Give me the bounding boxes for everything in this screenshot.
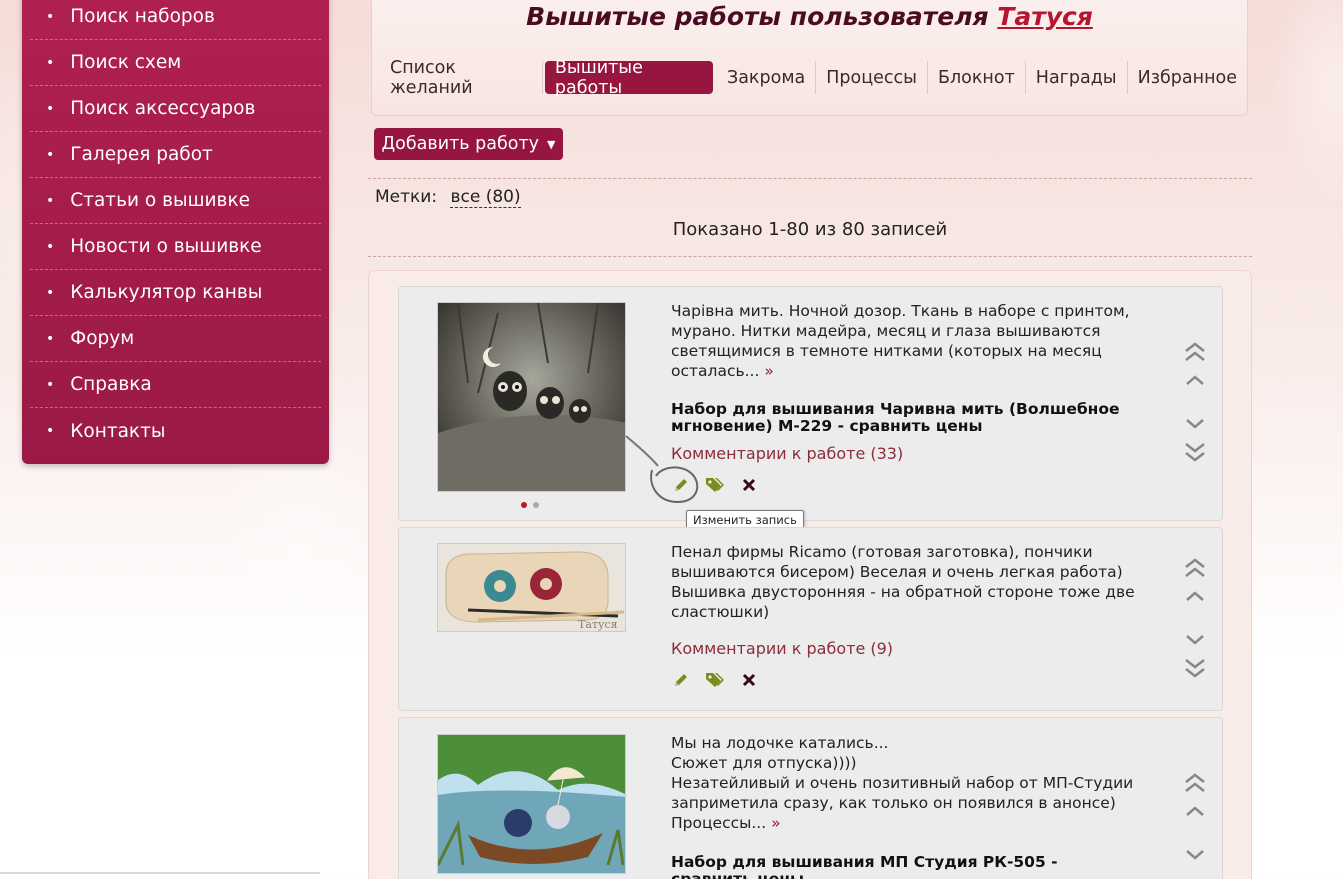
sidebar-item-accessory-search[interactable]: • Поиск аксессуаров xyxy=(30,86,321,132)
move-top-icon[interactable] xyxy=(1183,341,1207,363)
move-up-icon[interactable] xyxy=(1183,585,1207,607)
move-bottom-icon[interactable] xyxy=(1183,441,1207,463)
tab-stash[interactable]: Закрома xyxy=(717,61,817,94)
records-count: Показано 1-80 из 80 записей xyxy=(672,219,948,240)
work-actions xyxy=(671,475,759,495)
sidebar-item-kit-search[interactable]: • Поиск наборов xyxy=(30,0,321,40)
work-description: Пенал фирмы Ricamo (готовая заготовка), … xyxy=(671,543,1135,621)
edit-pencil-icon[interactable] xyxy=(671,670,691,690)
page-header: Вышитые работы пользователя Татуся Списо… xyxy=(371,0,1248,116)
photo-dot-active[interactable] xyxy=(521,502,527,508)
delete-x-icon[interactable] xyxy=(739,670,759,690)
add-work-button[interactable]: Добавить работу ▼ xyxy=(374,128,563,160)
work-card: Мы на лодочке катались... Сюжет для отпу… xyxy=(398,717,1223,879)
comments-link[interactable]: Комментарии к работе (9) xyxy=(671,639,893,658)
work-photo[interactable]: Татуся xyxy=(437,543,626,632)
move-top-icon[interactable] xyxy=(1183,557,1207,579)
sidebar-item-gallery[interactable]: • Галерея работ xyxy=(30,132,321,178)
sidebar-item-canvas-calculator[interactable]: • Калькулятор канвы xyxy=(30,270,321,316)
left-bottom-divider xyxy=(0,872,320,874)
move-bottom-icon[interactable] xyxy=(1183,657,1207,679)
work-photo[interactable] xyxy=(437,734,626,874)
work-description: Чарівна мить. Ночной дозор. Ткань в набо… xyxy=(671,302,1130,380)
comments-link[interactable]: Комментарии к работе (33) xyxy=(671,444,903,463)
tags-icon[interactable] xyxy=(705,670,725,690)
work-description: Мы на лодочке катались... Сюжет для отпу… xyxy=(671,734,1134,832)
photo-dots[interactable] xyxy=(521,502,539,508)
tab-wishlist[interactable]: Список желаний xyxy=(380,58,543,98)
delete-x-icon[interactable] xyxy=(739,475,759,495)
sidebar-item-news[interactable]: • Новости о вышивке xyxy=(30,224,321,270)
work-photo[interactable] xyxy=(437,302,626,492)
tab-finished-works[interactable]: Вышитые работы xyxy=(544,58,713,98)
edit-pencil-icon[interactable] xyxy=(671,475,691,495)
move-up-icon[interactable] xyxy=(1183,369,1207,391)
move-up-icon[interactable] xyxy=(1183,800,1207,822)
sidebar-item-contacts[interactable]: • Контакты xyxy=(30,408,321,454)
move-down-icon[interactable] xyxy=(1183,629,1207,651)
read-more-icon[interactable]: » xyxy=(764,362,773,380)
tab-favorites[interactable]: Избранное xyxy=(1128,61,1247,94)
sidebar-item-articles[interactable]: • Статьи о вышивке xyxy=(30,178,321,224)
tab-notebook[interactable]: Блокнот xyxy=(928,61,1026,94)
tags-icon[interactable] xyxy=(705,475,725,495)
photo-dot[interactable] xyxy=(533,502,539,508)
read-more-icon[interactable]: » xyxy=(771,814,780,832)
kit-link[interactable]: Набор для вышивания Чаривна мить (Волшеб… xyxy=(671,401,1141,435)
work-card: Татуся Пенал фирмы Ricamo (готовая загот… xyxy=(398,527,1223,711)
tab-awards[interactable]: Награды xyxy=(1026,61,1128,94)
divider xyxy=(368,178,1252,179)
watermark-text: Татуся xyxy=(578,618,618,631)
tab-processes[interactable]: Процессы xyxy=(816,61,928,94)
sidebar-item-pattern-search[interactable]: • Поиск схем xyxy=(30,40,321,86)
tags-filter: Метки: все (80) xyxy=(375,187,521,208)
sidebar-item-forum[interactable]: • Форум xyxy=(30,316,321,362)
move-down-icon[interactable] xyxy=(1183,413,1207,435)
sidebar-menu: • Поиск наборов • Поиск схем • Поиск аксесс… xyxy=(22,0,329,464)
profile-tabs: Список желаний Вышитые работы Закрома Пр… xyxy=(380,58,1247,98)
page-title: Вышитые работы пользователя Татуся xyxy=(526,2,1093,31)
work-actions xyxy=(671,670,759,690)
tag-all-link[interactable]: все (80) xyxy=(450,187,521,208)
move-down-icon[interactable] xyxy=(1183,844,1207,866)
kit-link[interactable]: Набор для вышивания МП Студия РК-505 - с… xyxy=(671,854,1141,879)
username-link[interactable]: Татуся xyxy=(997,2,1093,31)
move-top-icon[interactable] xyxy=(1183,772,1207,794)
sidebar-item-help[interactable]: • Справка xyxy=(30,362,321,408)
work-card: Чарівна мить. Ночной дозор. Ткань в набо… xyxy=(398,286,1223,521)
divider xyxy=(368,256,1252,257)
caret-down-icon: ▼ xyxy=(547,137,556,151)
